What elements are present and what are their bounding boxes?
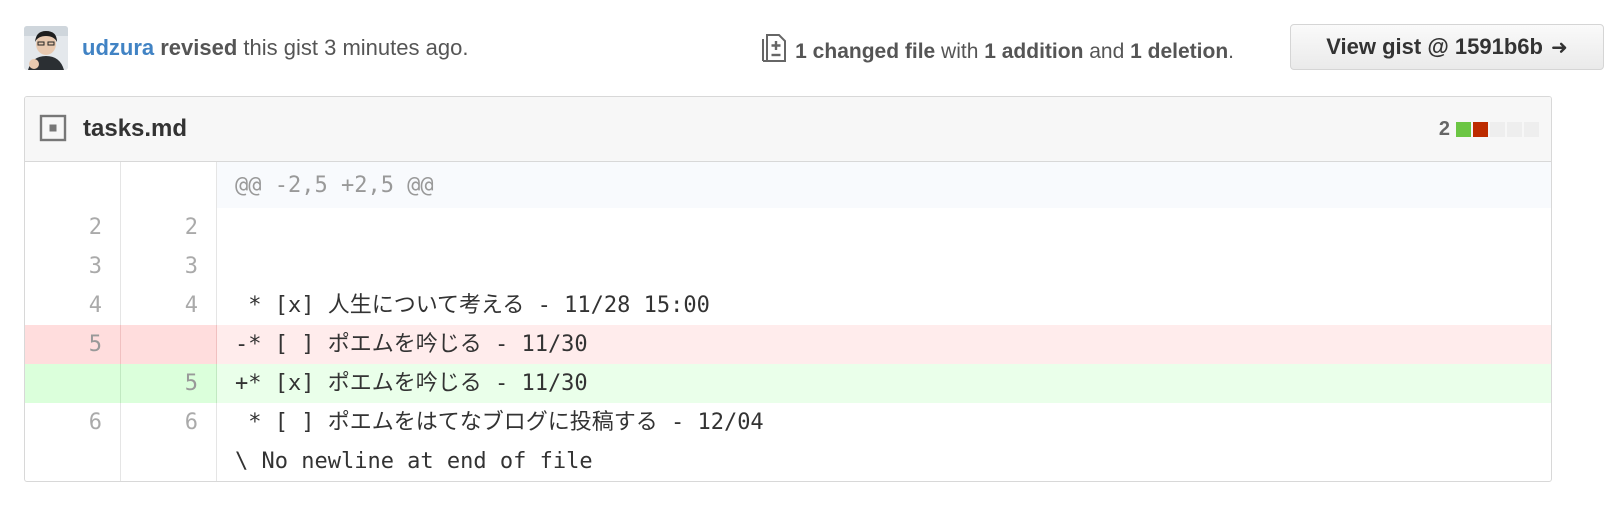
additions-count: 1 addition	[984, 39, 1084, 63]
diff-stat-block	[1473, 121, 1488, 137]
diff-line-code	[217, 247, 1551, 286]
file-header: tasks.md 2	[25, 97, 1551, 162]
diff-line-code: -* [ ] ポエムを吟じる - 11/30	[235, 332, 588, 357]
revision-time: this gist 3 minutes ago.	[237, 35, 469, 60]
file-name[interactable]: tasks.md	[83, 115, 187, 143]
file-icon	[39, 114, 67, 142]
diff-line-code: * [ ] ポエムをはてなブログに投稿する - 12/04	[235, 410, 764, 435]
new-line-number	[121, 162, 217, 208]
hunk-header-row: @@ -2,5 +2,5 @@	[25, 162, 1551, 208]
diff-stat: 2	[1439, 117, 1539, 141]
revision-verb: revised	[160, 35, 238, 60]
diff-line-code: \ No newline at end of file	[235, 449, 593, 474]
diff-stat-blocks	[1454, 121, 1539, 137]
old-line-number[interactable]	[25, 364, 121, 403]
revision-text: udzura revised this gist 3 minutes ago.	[82, 35, 468, 61]
diff-line-ctx: 33	[25, 247, 1551, 286]
view-gist-label: View gist @ 1591b6b	[1326, 34, 1543, 59]
diff-stat-block	[1490, 121, 1505, 137]
revision-header: udzura revised this gist 3 minutes ago. …	[24, 24, 1604, 72]
diffstat-summary: 1 changed file with 1 addition and 1 del…	[761, 33, 1234, 70]
hunk-header: @@ -2,5 +2,5 @@	[217, 162, 1551, 208]
diff-table: @@ -2,5 +2,5 @@ 223344 * [x] 人生について考える -…	[25, 162, 1551, 481]
changed-files-count: 1 changed file	[795, 39, 936, 63]
old-line-number[interactable]: 3	[25, 247, 121, 286]
diff-line-code: +* [x] ポエムを吟じる - 11/30	[235, 371, 588, 396]
diff-stat-block	[1456, 121, 1471, 137]
old-line-number[interactable]: 5	[25, 325, 121, 364]
diff-line-ctx: 66 * [ ] ポエムをはてなブログに投稿する - 12/04	[25, 403, 1551, 442]
diff-stat-block	[1507, 121, 1522, 137]
diff-stat-count: 2	[1438, 118, 1450, 140]
new-line-number[interactable]: 5	[121, 364, 217, 403]
diff-stat-block	[1524, 121, 1539, 137]
avatar[interactable]	[24, 26, 68, 70]
new-line-number[interactable]: 3	[121, 247, 217, 286]
user-link[interactable]: udzura	[82, 35, 154, 60]
new-line-number[interactable]	[121, 325, 217, 364]
old-line-number	[25, 162, 121, 208]
old-line-number[interactable]: 6	[25, 403, 121, 442]
diff-line-add: 5 +* [x] ポエムを吟じる - 11/30	[25, 364, 1551, 403]
diff-line-ctx: 44 * [x] 人生について考える - 11/28 15:00	[25, 286, 1551, 325]
file-diff: tasks.md 2 @@ -2,5 +2,5 @@ 223344 * [x] …	[24, 96, 1552, 482]
diff-line-code	[217, 208, 1551, 247]
old-line-number[interactable]	[25, 442, 121, 481]
diff-line-del: 5 -* [ ] ポエムを吟じる - 11/30	[25, 325, 1551, 364]
diffstat-with: with	[935, 39, 985, 63]
diff-line-code: * [x] 人生について考える - 11/28 15:00	[235, 293, 710, 318]
deletions-count: 1 deletion	[1130, 39, 1229, 63]
new-line-number[interactable]: 6	[121, 403, 217, 442]
diff-line-ctx: \ No newline at end of file	[25, 442, 1551, 481]
diffstat-and: and	[1083, 39, 1131, 63]
diff-line-ctx: 22	[25, 208, 1551, 247]
new-line-number[interactable]	[121, 442, 217, 481]
old-line-number[interactable]: 4	[25, 286, 121, 325]
file-diff-icon	[761, 33, 787, 70]
new-line-number[interactable]: 2	[121, 208, 217, 247]
diffstat-period: .	[1228, 39, 1234, 63]
arrow-right-icon: ➜	[1550, 36, 1568, 59]
new-line-number[interactable]: 4	[121, 286, 217, 325]
old-line-number[interactable]: 2	[25, 208, 121, 247]
view-gist-button[interactable]: View gist @ 1591b6b ➜	[1290, 24, 1604, 70]
